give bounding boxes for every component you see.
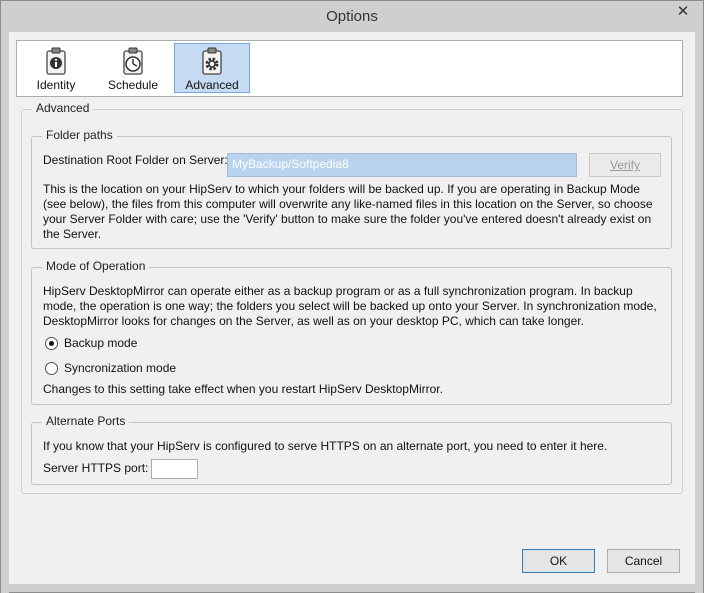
verify-button[interactable]: Verify — [589, 153, 661, 177]
verify-button-label: Verify — [609, 158, 640, 172]
title-bar: Options ✕ — [1, 1, 703, 32]
mode-description: HipServ DesktopMirror can operate either… — [43, 284, 657, 328]
https-port-input[interactable] — [151, 459, 198, 479]
info-clipboard-icon — [46, 47, 66, 75]
folder-paths-group: Folder paths Destination Root Folder on … — [31, 128, 672, 249]
backup-mode-label[interactable]: Backup mode — [64, 336, 137, 351]
dest-root-folder-input[interactable]: MyBackup/Softpedia8 — [227, 153, 577, 177]
mode-restart-note: Changes to this setting take effect when… — [43, 382, 443, 396]
cancel-button[interactable]: Cancel — [607, 549, 680, 573]
ok-button[interactable]: OK — [522, 549, 595, 573]
tab-advanced[interactable]: Advanced — [174, 43, 250, 93]
window-frame-bottom — [1, 584, 703, 592]
folder-paths-description: This is the location on your HipServ to … — [43, 182, 653, 241]
window-title: Options — [326, 8, 378, 25]
tab-identity-label: Identity — [36, 78, 76, 92]
window-frame-left — [1, 32, 9, 593]
ports-description: If you know that your HipServ is configu… — [43, 439, 608, 453]
sync-mode-radio[interactable] — [45, 362, 58, 375]
mode-legend: Mode of Operation — [42, 259, 150, 273]
window-frame-right — [695, 32, 703, 593]
tab-advanced-label: Advanced — [185, 78, 239, 92]
tab-schedule[interactable]: Schedule — [101, 43, 165, 93]
https-port-label: Server HTTPS port: — [43, 461, 149, 475]
mode-of-operation-group: Mode of Operation HipServ DesktopMirror … — [31, 259, 672, 405]
dest-root-folder-label: Destination Root Folder on Server: — [43, 153, 228, 167]
alternate-ports-group: Alternate Ports If you know that your Hi… — [31, 414, 672, 485]
options-toolbar: Identity Schedule Advanced — [16, 40, 683, 97]
gear-clipboard-icon — [202, 47, 222, 75]
ports-legend: Alternate Ports — [42, 414, 130, 428]
advanced-legend: Advanced — [32, 101, 94, 115]
close-button[interactable]: ✕ — [667, 2, 699, 23]
sync-mode-label[interactable]: Syncronization mode — [64, 361, 176, 376]
options-window: Options ✕ Identity Schedule Advanced Adv… — [0, 0, 704, 593]
tab-schedule-label: Schedule — [107, 78, 159, 92]
backup-mode-radio[interactable] — [45, 337, 58, 350]
tab-identity[interactable]: Identity — [23, 43, 89, 93]
folder-paths-legend: Folder paths — [42, 128, 117, 142]
clock-clipboard-icon — [123, 47, 143, 75]
